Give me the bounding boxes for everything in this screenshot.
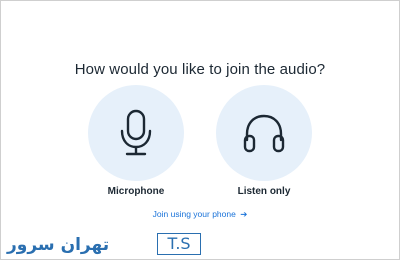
join-using-phone-link[interactable]: Join using your phone ➔ <box>1 209 399 220</box>
watermark-persian-text: تهران سرور <box>7 235 110 255</box>
listen-only-option[interactable]: Listen only <box>216 85 312 197</box>
watermark-ts-box: T.S <box>157 233 201 255</box>
listen-only-circle[interactable] <box>216 85 312 181</box>
microphone-label: Microphone <box>107 186 165 197</box>
join-phone-label[interactable]: Join using your phone <box>153 209 236 219</box>
microphone-option[interactable]: Microphone <box>88 85 184 197</box>
dialog-title: How would you like to join the audio? <box>74 61 326 78</box>
microphone-icon <box>120 109 152 156</box>
headphones-icon <box>243 114 285 153</box>
watermark-logo: تهران سرور T.S <box>5 233 201 257</box>
audio-join-dialog: How would you like to join the audio? Mi… <box>0 0 400 260</box>
listen-only-label: Listen only <box>237 186 291 197</box>
microphone-circle[interactable] <box>88 85 184 181</box>
arrow-right-icon: ➔ <box>240 209 248 219</box>
